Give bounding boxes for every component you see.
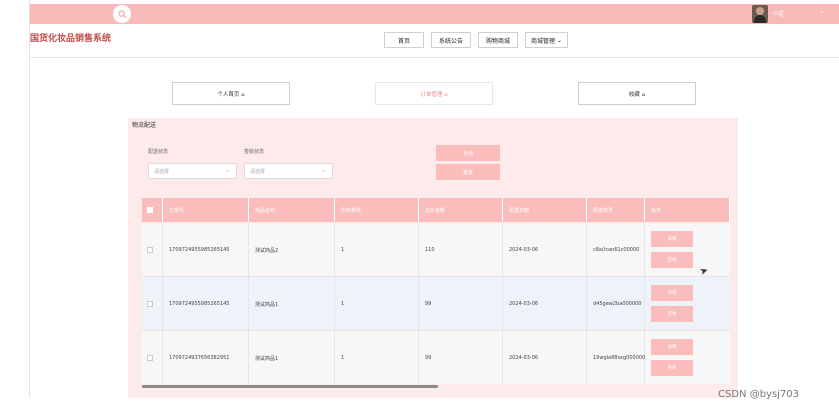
cell-qty: 1 bbox=[335, 223, 419, 277]
page: 小花 ⌄ 国货化妆品销售系统 首页 系统公告 购物商城 商城管理 ⌄ 个人首页 … bbox=[0, 0, 839, 412]
sign-status-select[interactable]: 请选择 ⌄ bbox=[244, 163, 333, 179]
col-qty[interactable]: 购买数量 bbox=[335, 198, 419, 222]
favorites-button[interactable]: 收藏 ⌂ bbox=[578, 82, 696, 105]
row-checkbox[interactable] bbox=[147, 355, 153, 361]
horizontal-scrollbar[interactable] bbox=[142, 385, 438, 388]
row-select-cell bbox=[142, 223, 163, 277]
panel-title: 物流配送 bbox=[132, 122, 157, 129]
cell-product: 测试商品1 bbox=[249, 277, 335, 331]
cell-qty: 1 bbox=[335, 331, 419, 384]
cell-product: 测试商品1 bbox=[249, 331, 335, 384]
search-button[interactable] bbox=[113, 5, 131, 23]
nav-announcement[interactable]: 系统公告 bbox=[431, 32, 471, 48]
detail-button[interactable]: 详情 bbox=[651, 231, 693, 247]
delivery-status-label: 配送状态 bbox=[148, 149, 169, 155]
left-edge bbox=[0, 0, 30, 398]
order-manage-button[interactable]: 订单管理 ⌂ bbox=[375, 82, 493, 105]
row-checkbox[interactable] bbox=[147, 247, 153, 253]
nav-shop[interactable]: 购物商城 bbox=[478, 32, 518, 48]
cell-tracking: c8a(ican61c00000 bbox=[587, 223, 645, 277]
nav-shop-manage[interactable]: 商城管理 ⌄ bbox=[525, 32, 568, 48]
cell-order-no: 1709724937656382951 bbox=[163, 331, 249, 384]
avatar[interactable] bbox=[752, 5, 768, 23]
table-row[interactable]: 1709724937656382951 测试商品1 1 99 2024-03-0… bbox=[142, 331, 730, 384]
cell-order-no: 1709724955985265145 bbox=[163, 223, 249, 277]
bottom-strip bbox=[0, 398, 839, 412]
sign-button[interactable]: 签收 bbox=[651, 252, 693, 268]
app-title: 国货化妆品销售系统 bbox=[30, 34, 112, 44]
order-table: 订单号 商品名称 购买数量 总价金额 配送日期 配送单号 操作 17097249… bbox=[142, 198, 730, 384]
col-order-no[interactable]: 订单号 bbox=[163, 198, 249, 222]
top-bar: 小花 ⌄ bbox=[30, 4, 839, 24]
row-select-cell bbox=[142, 277, 163, 331]
user-name[interactable]: 小花 bbox=[772, 9, 784, 18]
cell-tracking: 19wgla88sxg000000 bbox=[587, 331, 645, 384]
sign-status-label: 签收状态 bbox=[244, 149, 265, 155]
cell-date: 2024-03-06 bbox=[503, 223, 587, 277]
select-all-cell bbox=[142, 198, 163, 222]
chevron-down-icon: ⌄ bbox=[224, 167, 230, 174]
row-select-cell bbox=[142, 331, 163, 384]
cell-total: 99 bbox=[419, 277, 503, 331]
cell-total: 99 bbox=[419, 331, 503, 384]
sign-status-placeholder: 请选择 bbox=[250, 168, 266, 175]
chevron-down-icon[interactable]: ⌄ bbox=[819, 7, 825, 15]
delivery-status-select[interactable]: 请选择 ⌄ bbox=[148, 163, 237, 179]
cell-qty: 1 bbox=[335, 277, 419, 331]
table-row[interactable]: 1709724955985265145 测试商品2 1 110 2024-03-… bbox=[142, 223, 730, 277]
chevron-down-icon: ⌄ bbox=[556, 36, 563, 44]
col-tracking[interactable]: 配送单号 bbox=[587, 198, 645, 222]
cell-tracking: d45gew2ba000000 bbox=[587, 277, 645, 331]
cell-total: 110 bbox=[419, 223, 503, 277]
logistics-panel: 物流配送 配送状态 签收状态 请选择 ⌄ 请选择 ⌄ 查询 重置 订单号 商品名… bbox=[128, 118, 738, 398]
reset-button[interactable]: 重置 bbox=[436, 164, 500, 180]
cell-order-no: 1709724955985265145 bbox=[163, 277, 249, 331]
cell-date: 2024-03-06 bbox=[503, 331, 587, 384]
col-date[interactable]: 配送日期 bbox=[503, 198, 587, 222]
nav-shop-manage-label: 商城管理 bbox=[530, 37, 555, 45]
header-divider bbox=[30, 57, 839, 58]
table-row[interactable]: 1709724955985265145 测试商品1 1 99 2024-03-0… bbox=[142, 277, 730, 331]
detail-button[interactable]: 详情 bbox=[651, 339, 693, 355]
search-icon bbox=[117, 9, 126, 18]
chevron-down-icon: ⌄ bbox=[320, 167, 326, 174]
table-header: 订单号 商品名称 购买数量 总价金额 配送日期 配送单号 操作 bbox=[142, 198, 730, 222]
nav-home[interactable]: 首页 bbox=[384, 32, 424, 48]
select-all-checkbox[interactable] bbox=[147, 207, 153, 213]
cell-product: 测试商品2 bbox=[249, 223, 335, 277]
sign-button[interactable]: 签收 bbox=[651, 306, 693, 322]
sign-button[interactable]: 签收 bbox=[651, 360, 693, 376]
row-checkbox[interactable] bbox=[147, 301, 153, 307]
col-actions: 操作 bbox=[645, 198, 730, 222]
detail-button[interactable]: 详情 bbox=[651, 285, 693, 301]
query-button[interactable]: 查询 bbox=[436, 145, 500, 161]
col-product[interactable]: 商品名称 bbox=[249, 198, 335, 222]
profile-home-button[interactable]: 个人首页 ⌂ bbox=[172, 82, 290, 105]
cell-date: 2024-03-06 bbox=[503, 277, 587, 331]
col-total[interactable]: 总价金额 bbox=[419, 198, 503, 222]
delivery-status-placeholder: 请选择 bbox=[154, 168, 170, 175]
watermark: CSDN @bysj703 bbox=[718, 389, 800, 400]
